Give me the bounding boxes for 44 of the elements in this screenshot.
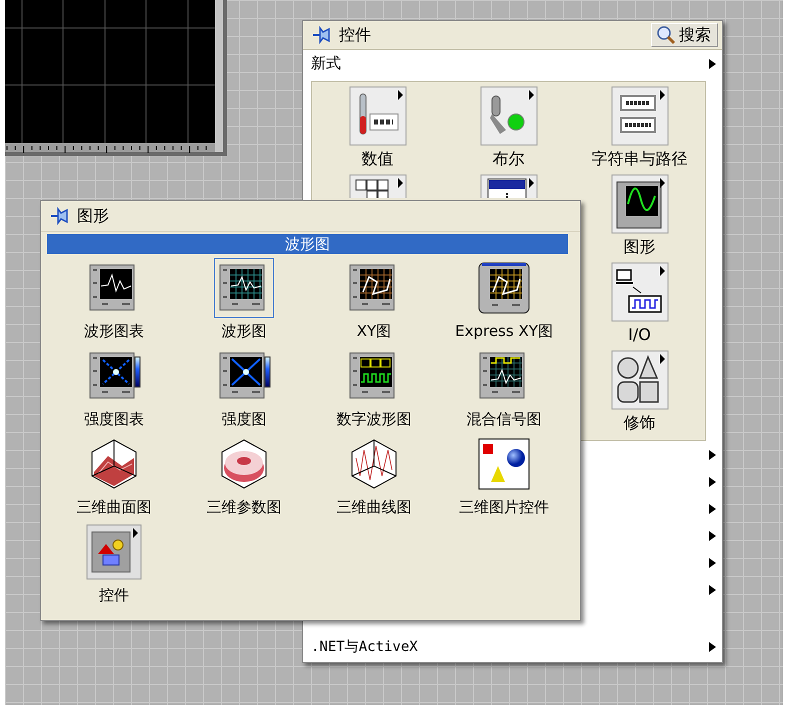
pin-icon[interactable] <box>311 24 331 46</box>
palette-item[interactable]: 波形图 <box>179 258 309 346</box>
pin-icon[interactable] <box>49 205 69 227</box>
palette-item[interactable]: I/O <box>610 262 668 350</box>
toggle-switch-icon <box>480 86 538 146</box>
palette-item[interactable]: 波形图表 <box>49 258 179 346</box>
palette-item[interactable]: 三维图片控件 <box>439 434 569 522</box>
menu-item[interactable]: 新式 <box>303 50 722 77</box>
palette-item[interactable]: 数字波形图 <box>309 346 439 434</box>
palette-item[interactable]: 布尔 <box>480 86 538 174</box>
palette-item[interactable]: 字符串与路径 <box>592 86 688 174</box>
palette-item[interactable]: 三维曲线图 <box>309 434 439 522</box>
palette-item[interactable]: 混合信号图 <box>439 346 569 434</box>
palette-item[interactable]: XY图 <box>309 258 439 346</box>
section-header: 波形图 <box>47 234 568 254</box>
palette-item[interactable] <box>480 174 538 198</box>
text-fields-icon <box>610 86 668 146</box>
palette-item[interactable]: 图形 <box>610 174 668 262</box>
search-button[interactable]: 搜索 <box>651 23 718 47</box>
palette-item[interactable]: 控件 <box>49 522 179 610</box>
palette-item[interactable] <box>348 174 406 198</box>
palette-item[interactable]: 强度图表 <box>49 346 179 434</box>
search-icon <box>656 25 676 45</box>
palette-item[interactable]: 强度图 <box>179 346 309 434</box>
menu-item[interactable]: .NET与ActiveX <box>303 633 722 660</box>
submenu-arrow-icon[interactable] <box>709 642 716 652</box>
submenu-arrow-icon[interactable] <box>709 530 716 540</box>
submenu-arrow-icon[interactable] <box>709 58 716 68</box>
palette-item[interactable]: 修饰 <box>610 350 668 438</box>
thermometer-icon <box>348 86 406 146</box>
submenu-arrow-icon[interactable] <box>709 584 716 594</box>
palette-title: 图形 <box>77 206 109 226</box>
submenu-arrow-icon[interactable] <box>709 476 716 486</box>
shapes-icon <box>610 350 668 410</box>
submenu-arrow-icon[interactable] <box>709 450 716 460</box>
palette-item[interactable]: Express XY图 <box>439 258 569 346</box>
palette-item[interactable]: 数值 <box>348 86 406 174</box>
submenu-arrow-icon[interactable] <box>709 558 716 568</box>
palette-title: 控件 <box>339 24 371 46</box>
palette-item[interactable]: 三维曲面图 <box>49 434 179 522</box>
submenu-arrow-icon[interactable] <box>709 504 716 514</box>
palette-item[interactable]: 三维参数图 <box>179 434 309 522</box>
computer-signal-icon <box>610 262 668 322</box>
sine-graph-icon <box>610 174 668 234</box>
